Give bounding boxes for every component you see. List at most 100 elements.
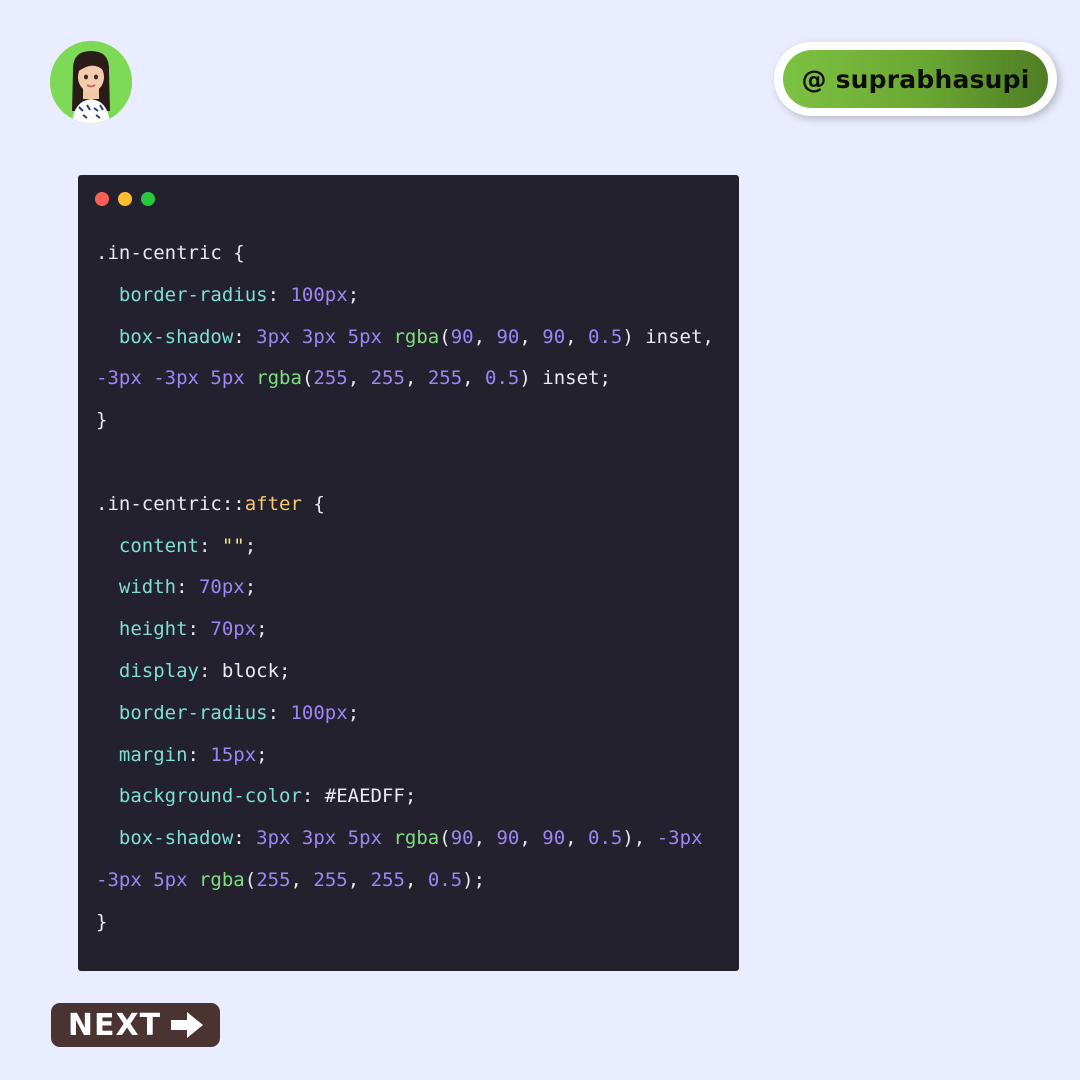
code-token: ( (301, 367, 314, 390)
code-token: rgba (393, 325, 440, 348)
code-token: ) inset, (622, 325, 714, 348)
code-token: 255 (370, 868, 405, 891)
code-token: rgba (198, 868, 245, 891)
code-token: -3px -3px 5px (96, 367, 245, 390)
code-token: : (187, 618, 211, 641)
code-token: , (347, 367, 371, 390)
code-token: 70px (198, 576, 245, 599)
code-token: , (565, 827, 589, 850)
code-token: 255 (313, 367, 348, 390)
code-window: .in-centric { border-radius: 100px; box-… (78, 175, 739, 971)
code-token: .in-centric { (96, 242, 245, 264)
code-token: ); (462, 868, 486, 891)
code-line: -3px 5px rgba(255, 255, 255, 0.5); (96, 860, 714, 902)
code-token: , (462, 367, 486, 390)
code-token: , (473, 827, 497, 850)
code-line: border-radius: 100px; (96, 275, 714, 317)
handle-badge[interactable]: @ suprabhasupi (774, 42, 1057, 116)
code-token: 3px 3px 5px (256, 325, 383, 348)
code-token: border-radius (96, 701, 268, 724)
code-token: , (404, 868, 428, 891)
code-token: ( (439, 325, 451, 348)
code-token: , (473, 325, 497, 348)
code-token: 255 (427, 367, 463, 390)
code-token: ; (347, 701, 360, 724)
code-token: -3px (656, 827, 703, 850)
code-line: margin: 15px; (96, 735, 714, 777)
code-line: .in-centric::after { (96, 484, 714, 526)
code-token: display (96, 659, 199, 682)
code-token: ; (244, 576, 257, 599)
code-token: ), (622, 827, 657, 850)
code-token: : (267, 701, 291, 724)
code-token: 70px (210, 618, 257, 641)
code-token: 15px (210, 743, 257, 766)
code-token: : (198, 534, 222, 557)
avatar-icon (50, 41, 132, 123)
code-line: } (96, 902, 714, 944)
code-token: ; (244, 534, 257, 557)
code-token: 0.5 (588, 325, 623, 348)
code-token: ; (347, 283, 360, 306)
code-line: display: block; (96, 651, 714, 693)
code-token: rgba (393, 827, 440, 850)
code-token: 0.5 (588, 827, 623, 850)
code-line: .in-centric { (96, 233, 714, 275)
next-label: NEXT (67, 1007, 162, 1043)
code-block: .in-centric { border-radius: 100px; box-… (96, 233, 714, 944)
code-token: 90 (542, 827, 566, 850)
code-token: : (176, 576, 199, 599)
code-token: background-color (96, 785, 302, 808)
code-token: { (301, 492, 325, 515)
code-token: 0.5 (427, 868, 463, 891)
code-token: , (565, 325, 589, 348)
code-token: 90 (496, 827, 520, 850)
code-token: , (404, 367, 428, 390)
code-line: box-shadow: 3px 3px 5px rgba(90, 90, 90,… (96, 317, 714, 359)
code-token: 0.5 (485, 367, 520, 390)
maximize-dot-icon[interactable] (141, 192, 155, 206)
code-line: } (96, 400, 714, 442)
code-token: width (96, 576, 177, 599)
code-token: 255 (370, 367, 405, 390)
close-dot-icon[interactable] (95, 192, 109, 206)
code-line: content: ""; (96, 526, 714, 568)
code-token: : (233, 325, 257, 348)
code-line: box-shadow: 3px 3px 5px rgba(90, 90, 90,… (96, 818, 714, 860)
code-token: 90 (450, 827, 474, 850)
code-token: 90 (542, 325, 566, 348)
minimize-dot-icon[interactable] (118, 192, 132, 206)
code-token: } (96, 910, 108, 933)
code-token: ( (439, 827, 451, 850)
code-token: , (347, 868, 371, 891)
code-token: ; (256, 743, 268, 766)
window-controls (95, 192, 155, 206)
code-token: rgba (256, 367, 302, 390)
code-token: } (96, 409, 108, 432)
code-token: 90 (496, 325, 520, 348)
code-token: 255 (256, 868, 291, 891)
code-line: width: 70px; (96, 567, 714, 609)
code-line: height: 70px; (96, 609, 714, 651)
code-token: , (519, 827, 543, 850)
code-token: 255 (313, 868, 348, 891)
code-token: height (96, 618, 188, 641)
code-token: : (187, 743, 211, 766)
code-token: after (244, 492, 302, 515)
code-line: -3px -3px 5px rgba(255, 255, 255, 0.5) i… (96, 358, 714, 400)
code-token: 90 (450, 325, 474, 348)
code-token: box-shadow (96, 325, 234, 348)
handle-text: @ suprabhasupi (783, 50, 1048, 108)
code-token: : (233, 827, 257, 850)
code-token: 100px (290, 701, 348, 724)
next-button[interactable]: NEXT (51, 1003, 220, 1047)
code-token: -3px 5px (96, 868, 188, 891)
code-token: : block; (198, 659, 291, 682)
code-token: , (519, 325, 543, 348)
code-token: : #EAEDFF; (301, 785, 417, 808)
